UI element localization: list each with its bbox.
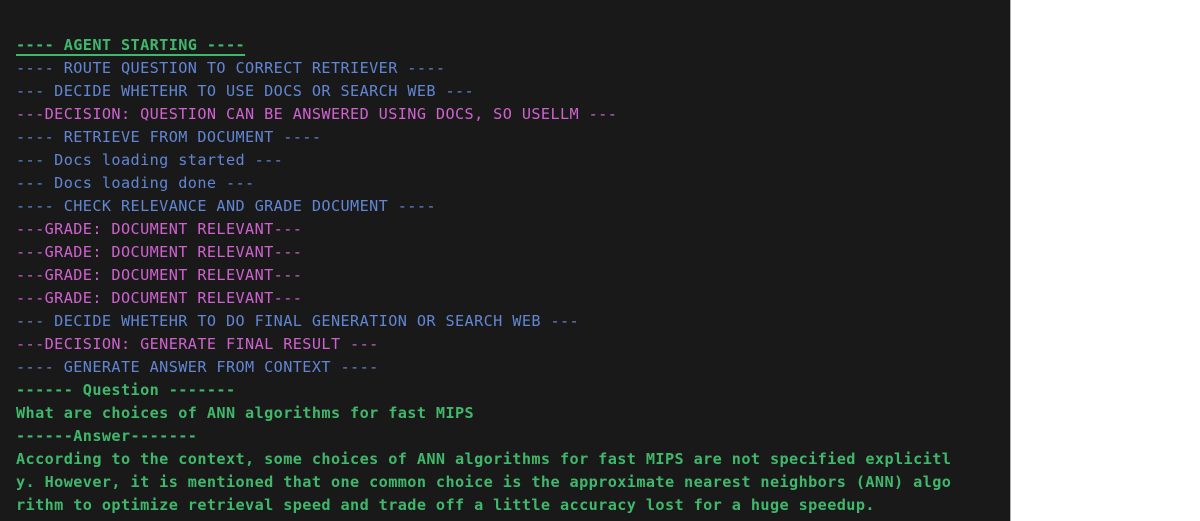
log-line: ---DECISION: QUESTION CAN BE ANSWERED US… (16, 105, 618, 123)
log-line: rithm to optimize retrieval speed and tr… (16, 496, 875, 514)
log-line: ---GRADE: DOCUMENT RELEVANT--- (16, 243, 303, 261)
log-line: --- DECIDE WHETEHR TO DO FINAL GENERATIO… (16, 312, 580, 330)
log-line: ---GRADE: DOCUMENT RELEVANT--- (16, 266, 303, 284)
log-line: ---GRADE: DOCUMENT RELEVANT--- (16, 220, 303, 238)
log-line: ---- RETRIEVE FROM DOCUMENT ---- (16, 128, 322, 146)
log-line: y. However, it is mentioned that one com… (16, 473, 952, 491)
log-line: ---- ROUTE QUESTION TO CORRECT RETRIEVER… (16, 59, 446, 77)
log-line: ------Answer------- (16, 427, 198, 445)
log-line: ---- GENERATE ANSWER FROM CONTEXT ---- (16, 358, 379, 376)
log-line: --- Docs loading started --- (16, 151, 284, 169)
log-line: ---- CHECK RELEVANCE AND GRADE DOCUMENT … (16, 197, 436, 215)
terminal-output-panel[interactable]: ---- AGENT STARTING ---- ---- ROUTE QUEST… (0, 0, 1011, 521)
empty-right-pane (1012, 0, 1200, 521)
log-line: ---DECISION: GENERATE FINAL RESULT --- (16, 335, 379, 353)
agent-log-stream: ---- AGENT STARTING ---- ---- ROUTE QUEST… (16, 34, 1010, 517)
log-line: ------ Question ------- (16, 381, 236, 399)
log-line: --- Docs loading done --- (16, 174, 255, 192)
log-line: ---GRADE: DOCUMENT RELEVANT--- (16, 289, 303, 307)
log-line: ---- AGENT STARTING ---- (16, 36, 246, 54)
console-root: ---- AGENT STARTING ---- ---- ROUTE QUEST… (0, 0, 1200, 521)
log-line: What are choices of ANN algorithms for f… (16, 404, 475, 422)
log-line: According to the context, some choices o… (16, 450, 952, 468)
log-line: --- DECIDE WHETEHR TO USE DOCS OR SEARCH… (16, 82, 475, 100)
